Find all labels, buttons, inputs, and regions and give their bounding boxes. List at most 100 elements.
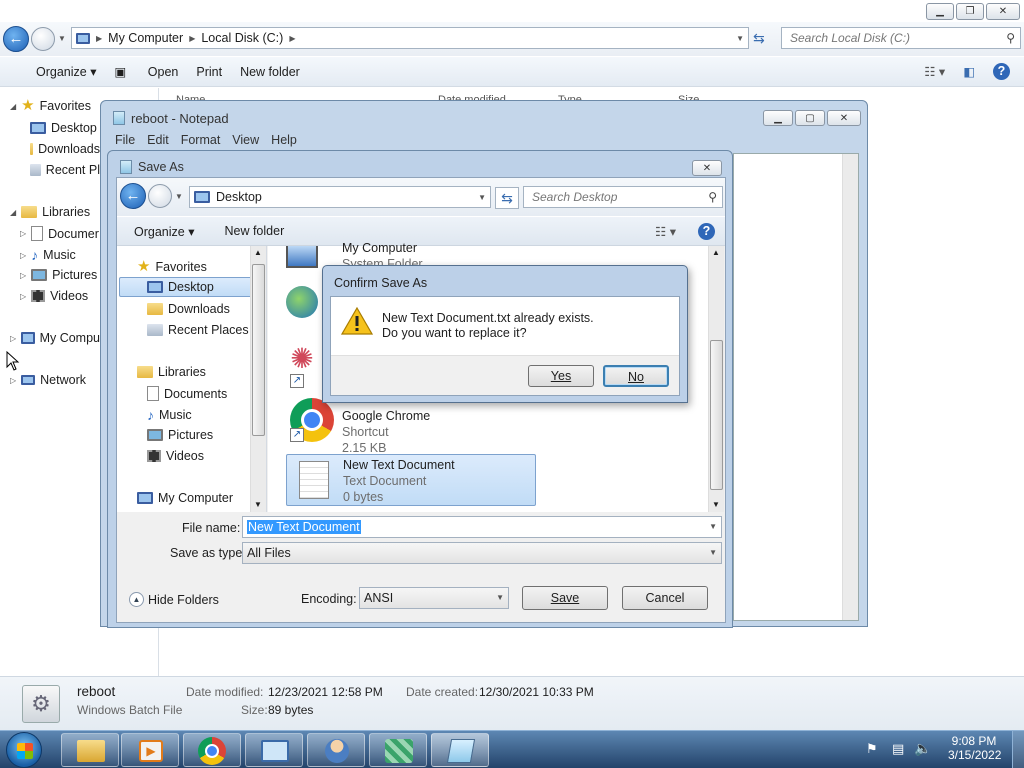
address-bar[interactable]: ▶ My Computer ▶ Local Disk (C:) ▶ ▼ <box>71 27 749 49</box>
nav-pane-scrollbar[interactable]: ▲ ▼ <box>250 246 266 512</box>
taskbar-chrome[interactable] <box>183 733 241 767</box>
notepad-scrollbar[interactable] <box>842 154 858 620</box>
history-dropdown-icon[interactable]: ▼ <box>58 34 66 43</box>
cancel-button[interactable]: Cancel <box>622 586 708 610</box>
sa-nav-downloads[interactable]: Downloads <box>147 302 230 316</box>
scroll-up-icon[interactable]: ▲ <box>712 248 720 257</box>
notepad-maximize-button[interactable]: ▢ <box>795 110 825 126</box>
hide-folders-button[interactable]: ▲ Hide Folders <box>129 592 219 607</box>
sa-nav-music[interactable]: ♪ Music <box>147 407 192 423</box>
file-item-google-chrome[interactable]: Google Chrome Shortcut 2.15 KB <box>342 408 430 456</box>
menu-help[interactable]: Help <box>271 133 297 147</box>
menu-view[interactable]: View <box>232 133 259 147</box>
media-player-icon: ▶ <box>139 740 163 762</box>
maximize-button[interactable]: ❐ <box>956 3 984 20</box>
nav-documents[interactable]: ▷ Documer <box>20 226 100 241</box>
search-icon: ⚲ <box>708 190 717 204</box>
sa-nav-desktop[interactable]: Desktop <box>119 277 256 297</box>
sa-nav-videos[interactable]: Videos <box>147 449 204 463</box>
nav-network[interactable]: ▷ Network <box>10 373 106 387</box>
nav-scroll-thumb[interactable] <box>252 264 265 436</box>
menu-format[interactable]: Format <box>181 133 221 147</box>
scroll-down-icon[interactable]: ▼ <box>254 500 262 509</box>
save-as-help-icon[interactable]: ? <box>698 222 715 240</box>
notepad-minimize-button[interactable]: ▁ <box>763 110 793 126</box>
explorer-search-input[interactable]: Search Local Disk (C:) ⚲ <box>781 27 1021 49</box>
organize-menu[interactable]: Organize ▾ <box>18 64 96 79</box>
menu-edit[interactable]: Edit <box>147 133 169 147</box>
network-status-icon[interactable]: ▤ <box>892 741 904 757</box>
taskbar-installer[interactable] <box>369 733 427 767</box>
nav-pictures[interactable]: ▷ Pictures <box>20 268 106 282</box>
encoding-select[interactable]: ANSI ▼ <box>359 587 509 609</box>
close-button[interactable]: ✕ <box>986 3 1020 20</box>
taskbar-explorer[interactable] <box>61 733 119 767</box>
menu-file[interactable]: File <box>115 133 135 147</box>
sa-nav-recent-places[interactable]: Recent Places <box>147 323 249 337</box>
clock[interactable]: 9:08 PM 3/15/2022 <box>948 734 1001 762</box>
preview-pane-icon[interactable]: ◧ <box>963 64 975 79</box>
new-folder-button[interactable]: New folder <box>240 65 300 79</box>
save-as-view-icon[interactable]: ☷ ▾ <box>655 224 676 239</box>
scroll-down-icon[interactable]: ▼ <box>712 500 720 509</box>
start-button[interactable] <box>6 732 42 768</box>
nav-recent-places[interactable]: Recent Pl <box>30 163 100 177</box>
breadcrumb-my-computer[interactable]: My Computer <box>108 31 183 45</box>
save-type-dropdown-icon[interactable]: ▼ <box>709 543 717 563</box>
taskbar-users[interactable] <box>307 733 365 767</box>
nav-my-computer[interactable]: ▷ My Compu <box>10 331 100 345</box>
nav-libraries[interactable]: ◢ Libraries <box>10 205 106 219</box>
save-as-location-bar[interactable]: Desktop ▼ <box>189 186 491 208</box>
nav-videos[interactable]: ▷ Videos <box>20 289 106 303</box>
action-center-icon[interactable]: ⚑ <box>866 741 878 757</box>
save-button[interactable]: Save <box>522 586 608 610</box>
help-icon[interactable]: ? <box>993 63 1010 80</box>
show-desktop-button[interactable] <box>1012 731 1024 768</box>
taskbar-control-panel[interactable] <box>245 733 303 767</box>
confirm-save-as-dialog: Confirm Save As New Text Document.txt al… <box>322 265 688 403</box>
file-name-input[interactable]: New Text Document ▼ <box>242 516 722 538</box>
sa-nav-documents[interactable]: Documents <box>147 386 227 401</box>
view-options-icon[interactable]: ☷ ▾ <box>924 64 945 79</box>
save-as-organize-menu[interactable]: Organize ▾ <box>134 224 194 239</box>
save-as-refresh-icon[interactable]: ⇆ <box>495 187 519 209</box>
sa-nav-my-computer[interactable]: My Computer <box>137 491 233 505</box>
nav-desktop[interactable]: Desktop <box>30 121 106 135</box>
taskbar-notepad[interactable] <box>431 733 489 767</box>
windows-logo-icon <box>17 743 33 759</box>
open-button[interactable]: ▣ Open <box>114 64 178 79</box>
notepad-close-button[interactable]: ✕ <box>827 110 861 126</box>
save-as-forward-button[interactable] <box>148 184 172 208</box>
notepad-text-area[interactable] <box>733 153 859 621</box>
nav-downloads[interactable]: Downloads <box>30 142 100 156</box>
file-item-new-text-document[interactable]: New Text Document Text Document 0 bytes <box>286 454 536 506</box>
save-type-select[interactable]: All Files ▼ <box>242 542 722 564</box>
sa-nav-libraries[interactable]: Libraries <box>137 365 206 379</box>
nav-favorites[interactable]: ◢ ★ Favorites <box>10 99 106 113</box>
scroll-up-icon[interactable]: ▲ <box>254 248 262 257</box>
save-as-back-button[interactable]: ← <box>120 183 146 209</box>
minimize-button[interactable]: ▁ <box>926 3 954 20</box>
taskbar-media-player[interactable]: ▶ <box>121 733 179 767</box>
file-name-dropdown-icon[interactable]: ▼ <box>709 517 717 537</box>
save-as-history-dropdown-icon[interactable]: ▼ <box>175 192 183 201</box>
forward-button[interactable] <box>31 27 55 51</box>
print-button[interactable]: Print <box>196 65 222 79</box>
sa-nav-pictures[interactable]: Pictures <box>147 428 213 442</box>
location-dropdown-icon[interactable]: ▼ <box>478 193 486 202</box>
encoding-dropdown-icon[interactable]: ▼ <box>496 588 504 608</box>
breadcrumb-local-disk[interactable]: Local Disk (C:) <box>201 31 283 45</box>
save-as-new-folder-button[interactable]: New folder <box>224 224 284 238</box>
save-as-search-input[interactable]: Search Desktop ⚲ <box>523 186 723 208</box>
volume-icon[interactable]: 🔈 <box>914 740 931 757</box>
sa-nav-favorites[interactable]: ★ Favorites <box>137 260 207 274</box>
yes-button[interactable]: Yes <box>528 365 594 387</box>
address-dropdown-icon[interactable]: ▼ <box>736 34 744 43</box>
no-button[interactable]: No <box>603 365 669 387</box>
back-button[interactable]: ← <box>3 26 29 52</box>
refresh-icon[interactable]: ⇆ <box>753 30 765 47</box>
file-list-scrollbar[interactable]: ▲ ▼ <box>708 246 724 512</box>
save-as-close-button[interactable]: ✕ <box>692 160 722 176</box>
file-scroll-thumb[interactable] <box>710 340 723 490</box>
nav-music[interactable]: ▷ ♪ Music <box>20 247 106 263</box>
